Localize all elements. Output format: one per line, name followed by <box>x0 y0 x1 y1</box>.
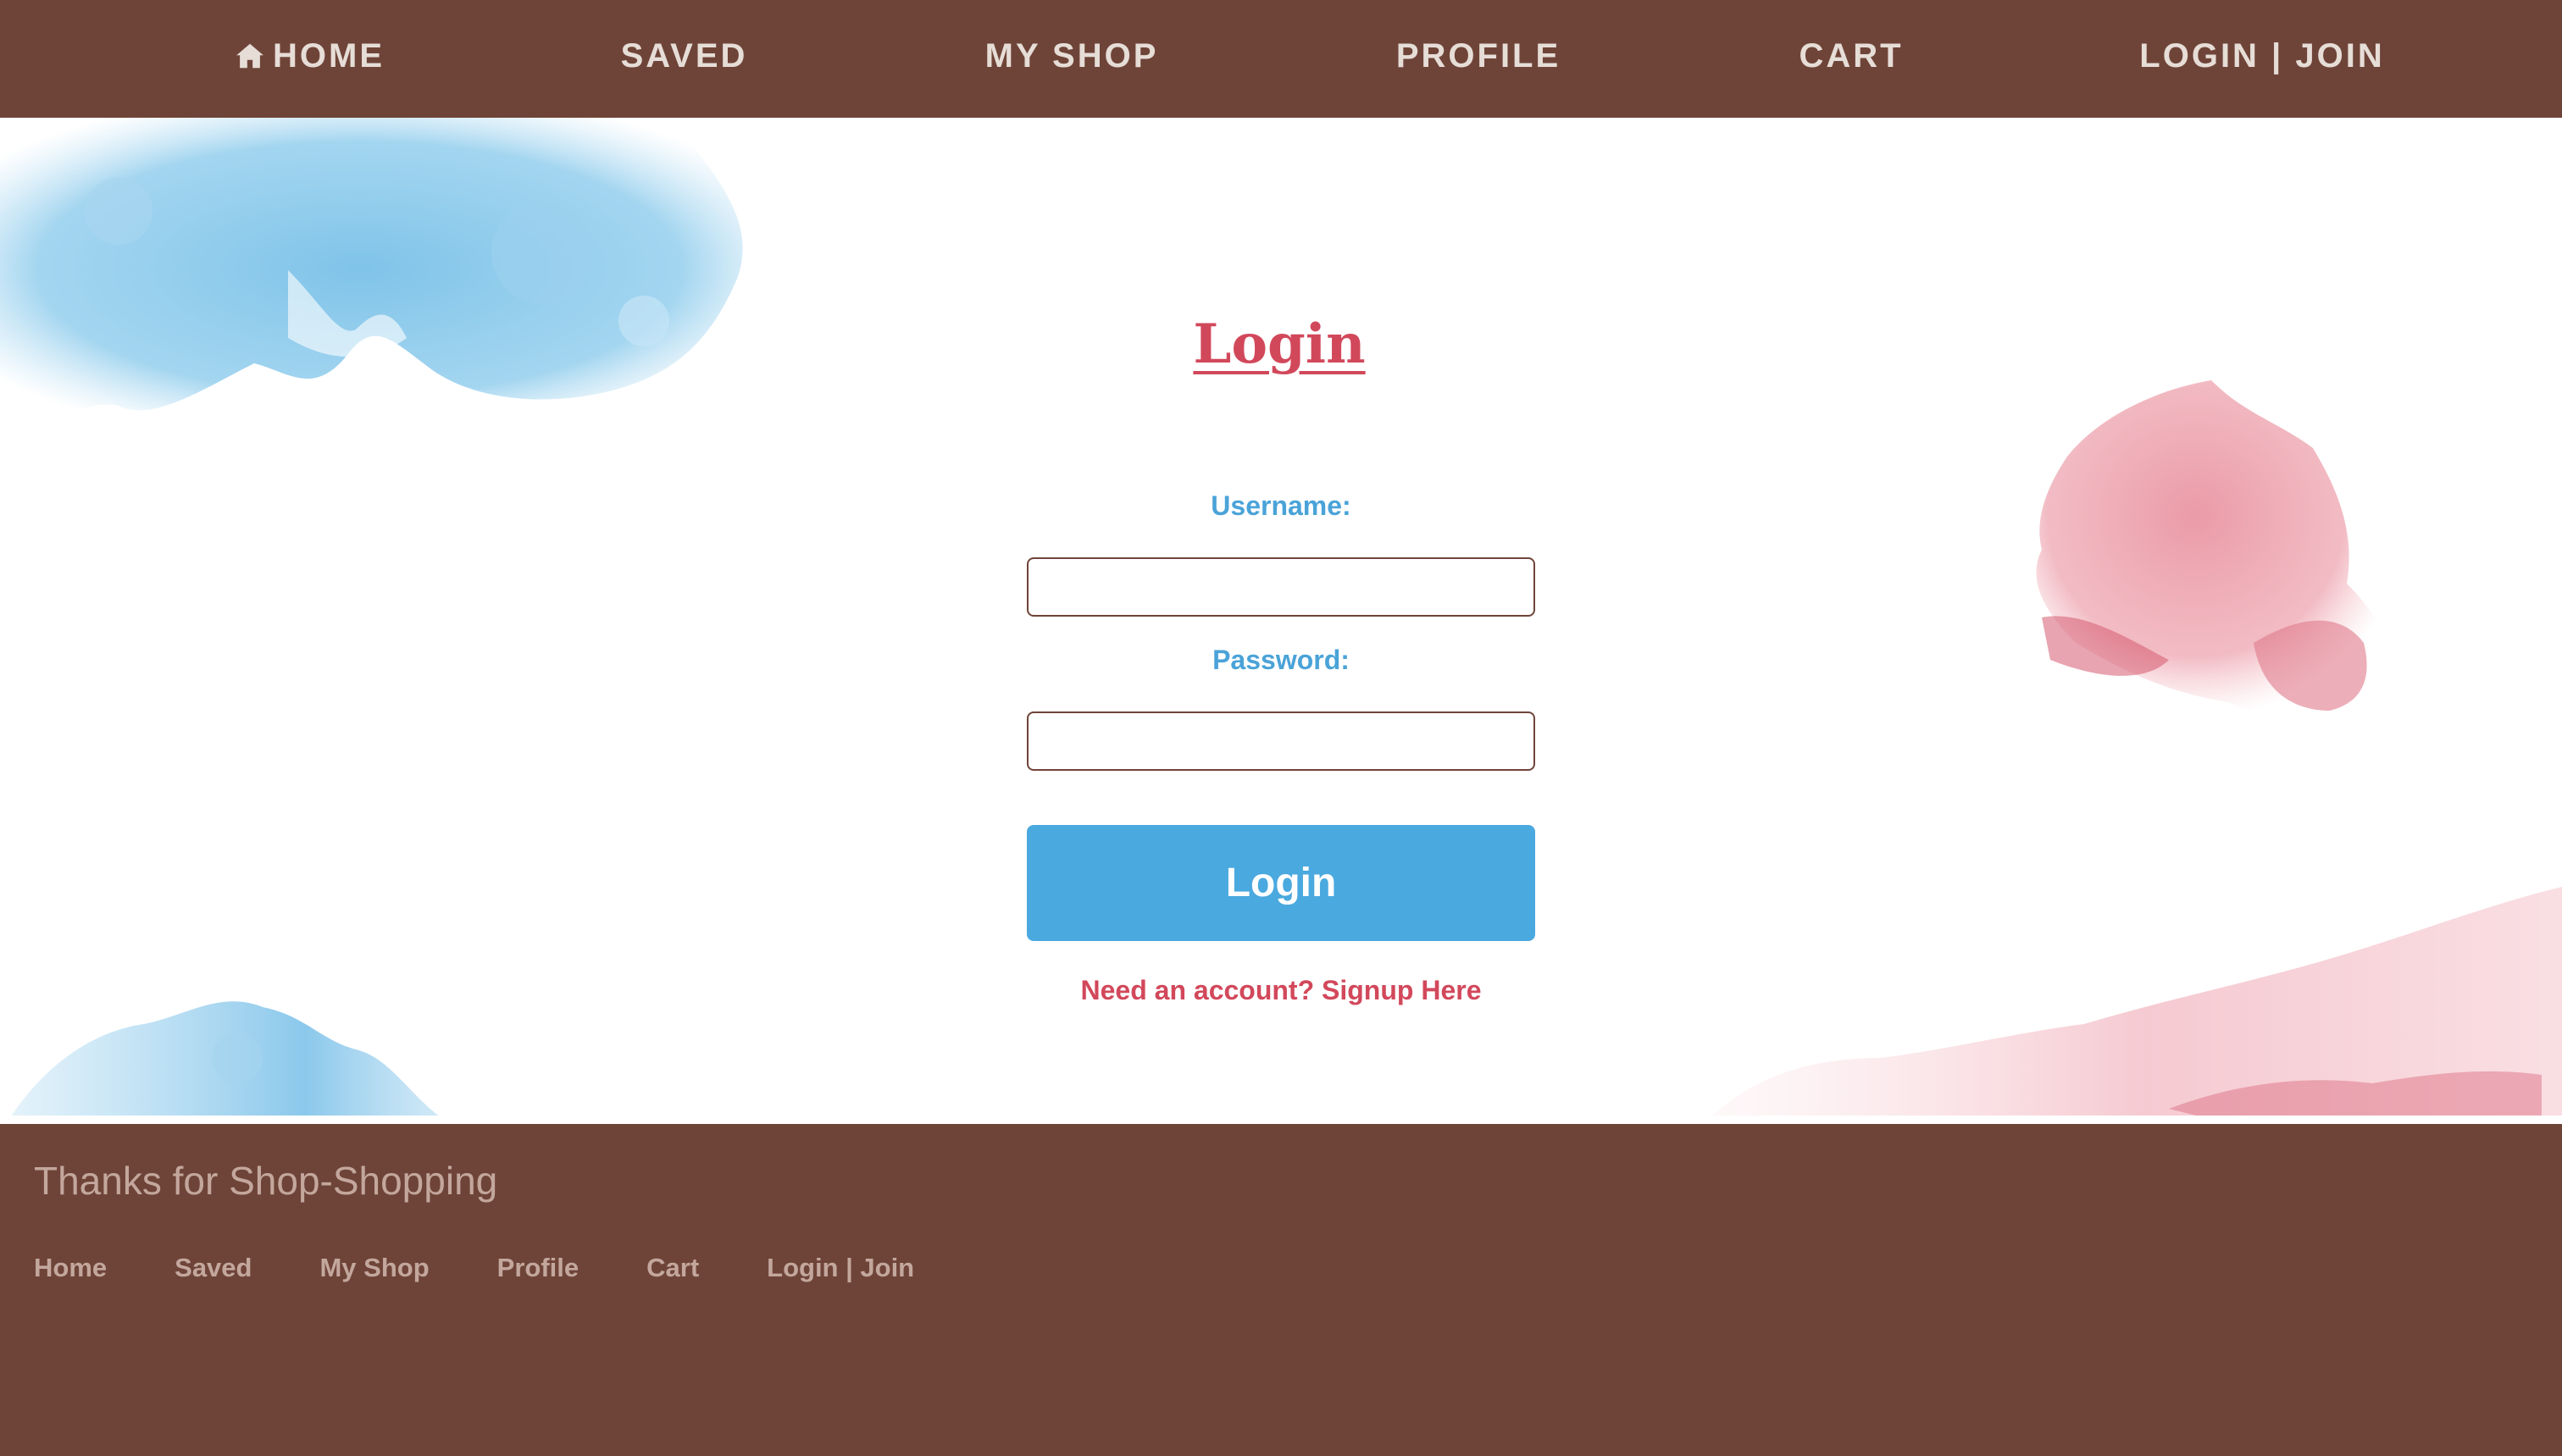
house-icon <box>236 43 263 69</box>
footer-link-cart[interactable]: Cart <box>646 1253 699 1283</box>
username-input[interactable] <box>1027 557 1535 617</box>
password-input[interactable] <box>1027 711 1535 771</box>
footer-link-login-join[interactable]: Login | Join <box>767 1253 914 1283</box>
footer-link-home[interactable]: Home <box>34 1253 107 1283</box>
pink-watercolor-splash-bottom <box>1712 887 2562 1116</box>
nav-login-join-link[interactable]: LOGIN | JOIN <box>2131 0 2393 112</box>
nav-profile-label: PROFILE <box>1395 36 1561 75</box>
top-nav: HOME SAVED MY SHOP PROFILE CART LOGIN | … <box>0 0 2562 118</box>
nav-cart-link[interactable]: CART <box>1788 0 1915 112</box>
nav-profile-link[interactable]: PROFILE <box>1389 0 1567 112</box>
footer-nav: Home Saved My Shop Profile Cart Login | … <box>34 1253 982 1283</box>
signup-link[interactable]: Need an account? Signup Here <box>984 975 1578 1006</box>
nav-saved-label: SAVED <box>620 36 748 75</box>
blue-watercolor-splash <box>0 118 743 419</box>
nav-saved-link[interactable]: SAVED <box>610 0 758 112</box>
nav-login-join-label: LOGIN | JOIN <box>2139 36 2385 75</box>
password-label: Password: <box>1212 645 1350 675</box>
nav-myshop-label: MY SHOP <box>984 36 1159 75</box>
nav-cart-label: CART <box>1799 36 1904 75</box>
username-label: Username: <box>1211 490 1351 521</box>
footer-link-saved[interactable]: Saved <box>175 1253 252 1283</box>
pink-watercolor-splash <box>2036 380 2391 718</box>
footer-link-myshop[interactable]: My Shop <box>319 1253 429 1283</box>
footer-tagline: Thanks for Shop-Shopping <box>34 1159 498 1203</box>
blue-watercolor-splash-bottom <box>11 1001 439 1116</box>
nav-home-link[interactable]: HOME <box>229 0 390 112</box>
login-heading: Login <box>1193 313 1366 376</box>
login-submit-button[interactable]: Login <box>1027 825 1535 941</box>
footer: Thanks for Shop-Shopping Home Saved My S… <box>0 1124 2562 1456</box>
footer-divider <box>0 1116 2562 1124</box>
nav-myshop-link[interactable]: MY SHOP <box>979 0 1165 112</box>
nav-home-label: HOME <box>273 36 385 75</box>
footer-link-profile[interactable]: Profile <box>497 1253 579 1283</box>
login-page-content: Login Username: Password: Login Need an … <box>0 118 2562 1116</box>
